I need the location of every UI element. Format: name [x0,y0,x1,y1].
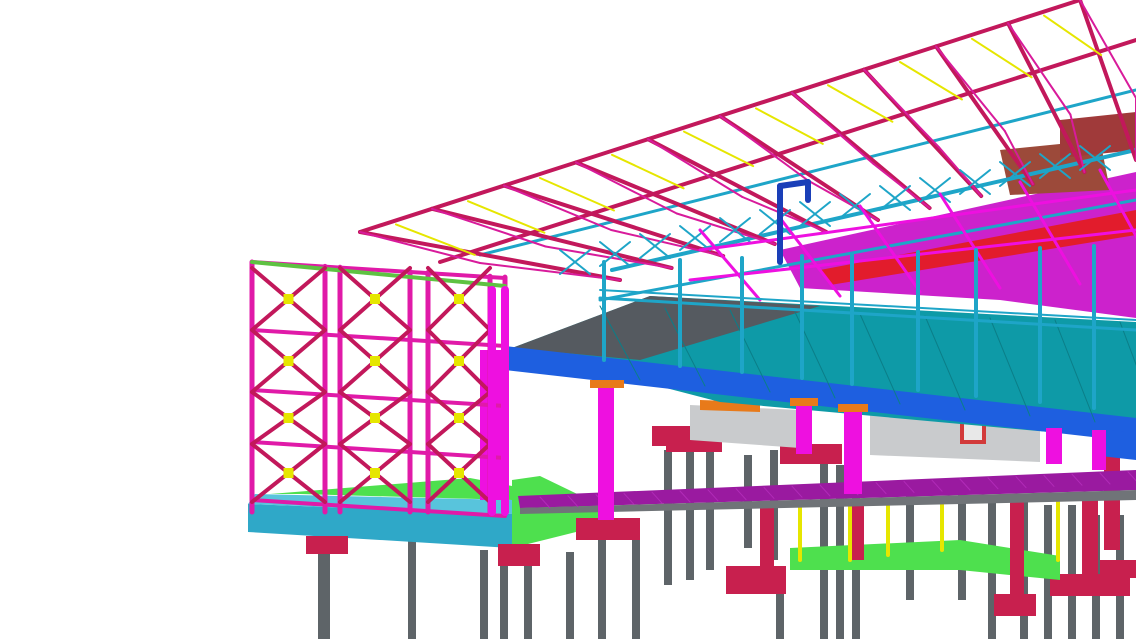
purlin [755,107,824,145]
column-capital [590,380,624,388]
node-plate [454,294,464,304]
purlin [683,130,755,168]
pile [1068,505,1076,639]
pile [566,552,574,639]
pile [408,540,416,639]
truss-web [575,161,678,215]
tower-beam [250,328,507,348]
node-plate [283,356,294,366]
model-viewport[interactable] [0,0,1136,639]
truss-web [807,179,879,221]
node-plate [370,468,380,478]
node-plate [454,356,464,366]
node-plate [370,413,380,423]
truss-rafter [502,183,726,258]
pile-cap [1100,560,1136,578]
pile-cap [576,518,640,540]
column [1046,428,1062,464]
pile [318,545,330,639]
pile [524,555,532,639]
pile-cap [498,544,540,566]
truss-web [431,207,547,248]
pile-cap [306,536,348,554]
far-truss [698,228,762,302]
pile [686,450,694,580]
truss-web [675,212,776,245]
left-frame-tower [249,259,509,518]
column [796,398,812,454]
tower-beam [250,388,507,408]
column [1082,495,1098,575]
column [1010,500,1024,600]
node-plate [454,413,464,423]
column [852,505,864,560]
column [598,380,614,520]
pile [664,450,672,585]
column [760,505,774,575]
truss-web [359,231,481,264]
pile [632,535,640,639]
pile [706,450,714,570]
structural-model-render [248,0,1136,639]
pile [598,540,606,639]
node-plate [454,468,464,478]
truss-web [935,45,1006,132]
tower-beam [250,440,507,460]
node-plate [370,294,380,304]
node-plate [283,413,294,423]
duct-horizontal [777,179,811,189]
pile-cap [726,566,786,594]
node-plate [370,356,380,366]
column [844,404,862,494]
column [1092,430,1106,470]
node-plate [283,294,294,304]
column-capital [838,404,868,412]
truss-web [863,68,941,149]
pile [776,590,784,639]
node-plate [283,468,294,478]
truss-rafter [574,160,777,246]
pile [480,550,488,639]
column-capital [790,398,818,406]
